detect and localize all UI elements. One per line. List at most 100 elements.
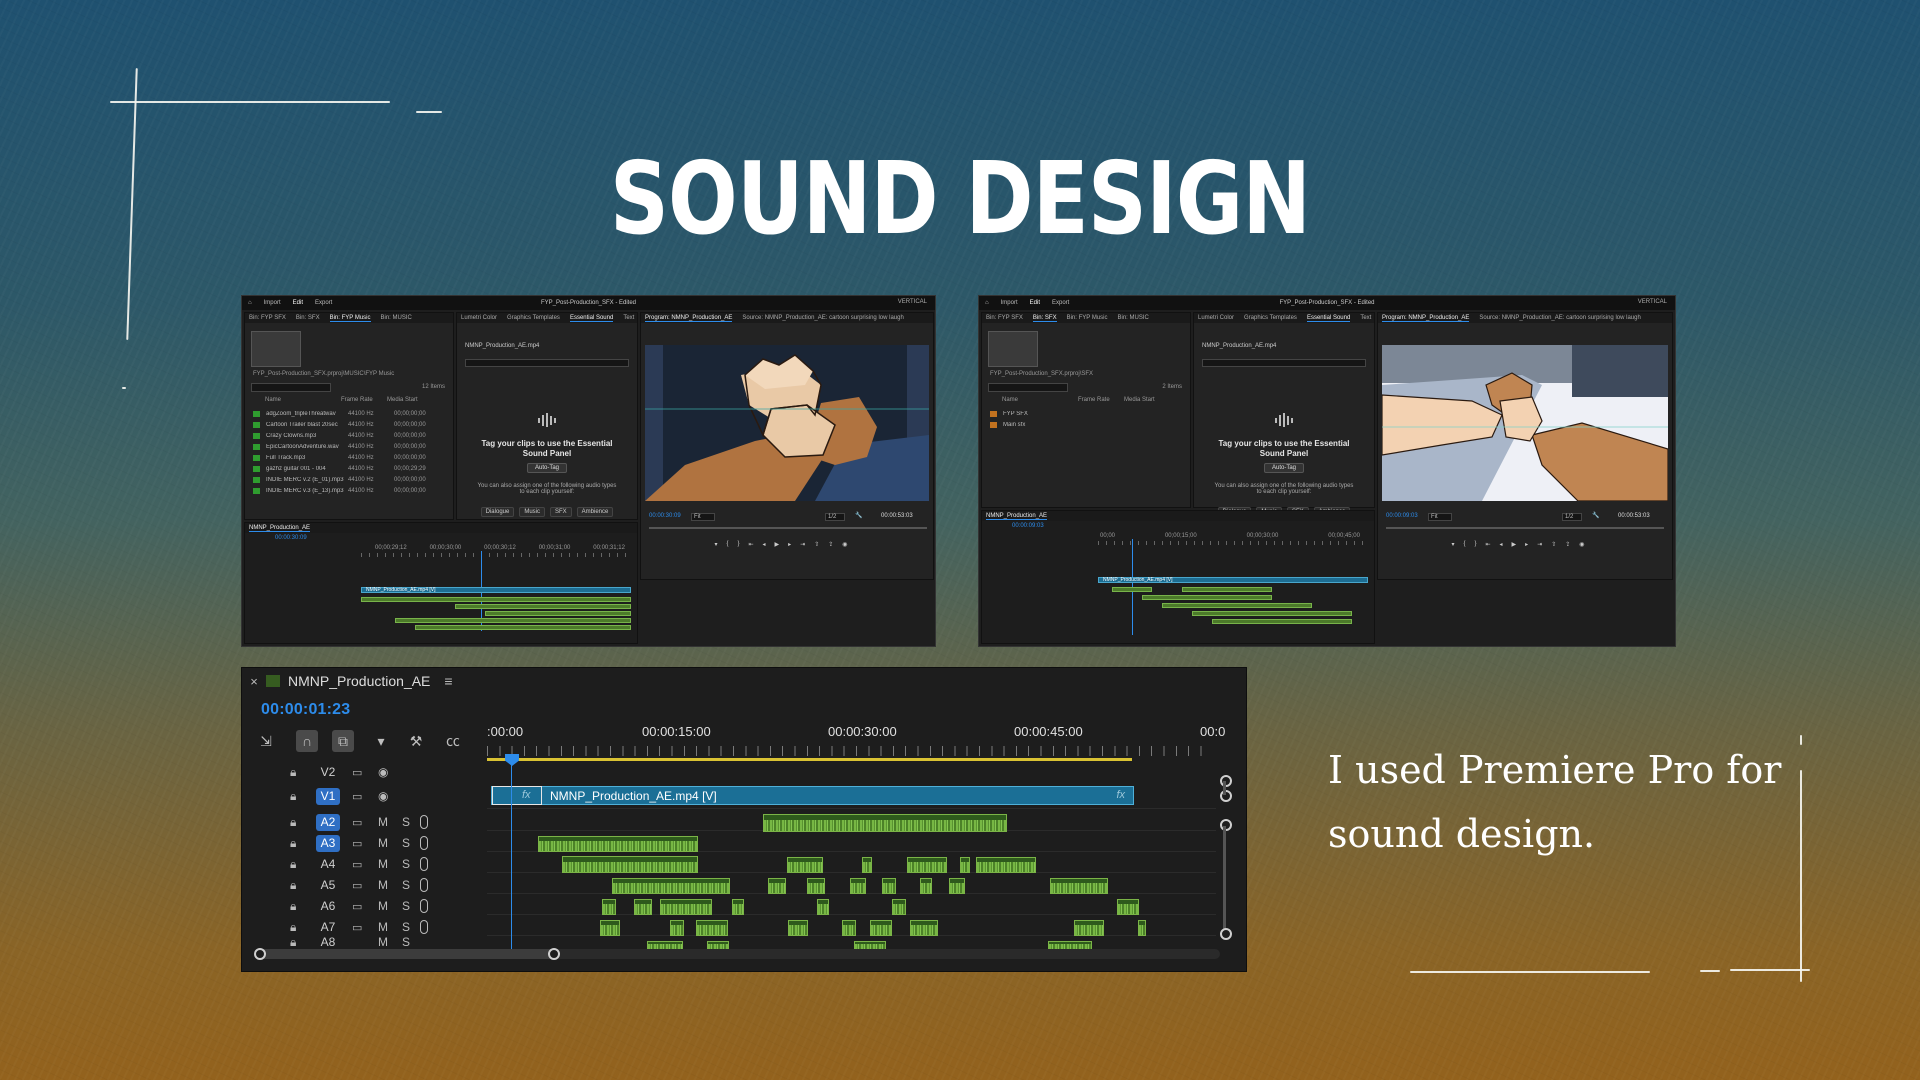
mini-audio-clip[interactable] xyxy=(1142,595,1272,600)
mute-button[interactable]: M xyxy=(378,936,388,948)
mute-button[interactable]: M xyxy=(378,836,388,850)
col-frame-rate[interactable]: Frame Rate xyxy=(341,397,387,403)
audio-clip-a7[interactable] xyxy=(788,920,808,936)
scroll-knob-audio-top[interactable] xyxy=(1220,819,1232,831)
mic-icon[interactable] xyxy=(420,857,428,871)
lock-icon[interactable]: 🔒︎ xyxy=(290,857,296,872)
audio-clip-a7[interactable] xyxy=(870,920,892,936)
tab-program[interactable]: Program: NMNP_Production_AE xyxy=(1382,315,1470,322)
lock-icon[interactable]: 🔒︎ xyxy=(290,936,296,948)
audio-clip-a6[interactable] xyxy=(602,899,616,915)
mute-button[interactable]: M xyxy=(378,815,388,829)
horizontal-scroll-thumb[interactable] xyxy=(259,949,559,959)
solo-button[interactable]: S xyxy=(402,878,410,892)
tab-bin-fyp-music[interactable]: Bin: FYP Music xyxy=(1067,315,1108,321)
audio-clip-a6[interactable] xyxy=(732,899,744,915)
workspace-label[interactable]: VERTICAL xyxy=(898,299,927,305)
quality-dropdown[interactable]: 1/2 xyxy=(825,513,845,521)
track-name[interactable]: V1 xyxy=(316,787,340,805)
lock-icon[interactable]: 🔒︎ xyxy=(290,815,296,830)
audio-clip-a3[interactable] xyxy=(538,836,698,852)
workspace-label[interactable]: VERTICAL xyxy=(1638,299,1667,305)
audio-clip-a6[interactable] xyxy=(1117,899,1139,915)
time-ruler[interactable]: :00:00 00:00:15:00 00:00:30:00 00:00:45:… xyxy=(487,724,1225,762)
audio-clip-a5[interactable] xyxy=(882,878,896,894)
audio-clip-a5[interactable] xyxy=(920,878,932,894)
lift-icon[interactable]: ⇧ xyxy=(814,541,819,548)
track-name[interactable]: A8 xyxy=(316,936,340,948)
track-name[interactable]: A6 xyxy=(316,898,340,915)
mini-video-clip[interactable]: NMNP_Production_AE.mp4 [V] xyxy=(361,587,631,593)
mini-audio-clip[interactable] xyxy=(361,597,631,602)
fit-dropdown[interactable]: Fit xyxy=(691,513,715,521)
lock-icon[interactable]: 🔒︎ xyxy=(290,765,296,780)
preset-dropdown[interactable] xyxy=(465,359,629,367)
vertical-scrollbar-video[interactable] xyxy=(1223,781,1226,795)
vertical-scrollbar-audio[interactable] xyxy=(1223,826,1226,936)
audio-clip-a5[interactable] xyxy=(807,878,825,894)
zoom-handle-left[interactable] xyxy=(254,948,266,960)
track-name[interactable]: A2 xyxy=(316,813,340,831)
audio-clip-a4[interactable] xyxy=(976,857,1036,873)
step-back-icon[interactable]: ◂ xyxy=(1500,541,1503,548)
in-point-icon[interactable]: { xyxy=(726,541,728,548)
extract-icon[interactable]: ⇪ xyxy=(1565,541,1570,548)
wrench-icon[interactable]: 🔧 xyxy=(1592,512,1599,519)
captions-icon[interactable]: ㏄ xyxy=(442,730,464,752)
list-item[interactable]: gazhz guitar 001 - 004 44100 Hz 00;00;29;2… xyxy=(251,463,441,474)
list-item[interactable]: EpicCartoonAdventure.wav 44100 Hz 00;00;00… xyxy=(251,441,441,452)
scroll-knob-top[interactable] xyxy=(1220,775,1232,787)
tab-sequence[interactable]: NMNP_Production_AE xyxy=(986,513,1048,520)
mini-audio-clip[interactable] xyxy=(1212,619,1352,624)
auto-tag-button[interactable]: Auto-Tag xyxy=(527,463,567,473)
mini-audio-clip[interactable] xyxy=(1162,603,1312,608)
eye-icon[interactable]: ◉ xyxy=(378,765,388,779)
out-point-icon[interactable]: } xyxy=(1474,541,1476,548)
sfx-button[interactable]: SFX xyxy=(550,507,572,517)
mini-audio-clip[interactable] xyxy=(1192,611,1352,616)
tab-sequence[interactable]: NMNP_Production_AE xyxy=(249,525,311,532)
go-to-out-icon[interactable]: ⇥ xyxy=(1537,541,1542,548)
mini-audio-clip[interactable] xyxy=(1182,587,1272,592)
list-item[interactable]: adgZoom_tripleThreatwav 44100 Hz 00;00;00;… xyxy=(251,408,441,419)
tab-source[interactable]: Source: NMNP_Production_AE: cartoon surp… xyxy=(742,315,903,321)
insert-sequence-icon[interactable]: ⇲ xyxy=(255,730,277,752)
audio-clip-a5[interactable] xyxy=(612,878,730,894)
tab-essential-sound[interactable]: Essential Sound xyxy=(569,315,614,322)
audio-clip-a2[interactable] xyxy=(763,814,1007,832)
audio-clip-a6[interactable] xyxy=(817,899,829,915)
tab-lumetri-color[interactable]: Lumetri Color xyxy=(1198,315,1234,321)
mini-audio-clip[interactable] xyxy=(1112,587,1152,592)
mute-button[interactable]: M xyxy=(378,920,388,934)
wrench-icon[interactable]: 🔧 xyxy=(855,512,862,519)
step-forward-icon[interactable]: ▸ xyxy=(788,541,791,548)
bin-search-input[interactable] xyxy=(251,383,331,392)
track-header-a3[interactable]: 🔒︎ A3 ▭ M S xyxy=(242,833,487,853)
extract-icon[interactable]: ⇪ xyxy=(828,541,833,548)
go-to-in-icon[interactable]: ⇤ xyxy=(1486,541,1491,548)
tab-bin-fyp-music[interactable]: Bin: FYP Music xyxy=(329,315,371,322)
audio-clip-a4[interactable] xyxy=(907,857,947,873)
ambience-button[interactable]: Ambience xyxy=(576,507,614,517)
mic-icon[interactable] xyxy=(420,920,428,934)
sync-lock-icon[interactable]: ▭ xyxy=(352,837,362,850)
step-back-icon[interactable]: ◂ xyxy=(763,541,766,548)
out-point-icon[interactable]: } xyxy=(737,541,739,548)
audio-clip-a7[interactable] xyxy=(910,920,938,936)
audio-clip-a7[interactable] xyxy=(1074,920,1104,936)
audio-clip-a5[interactable] xyxy=(850,878,866,894)
audio-clip-a7[interactable] xyxy=(600,920,620,936)
sync-lock-icon[interactable]: ▭ xyxy=(352,858,362,871)
mini-audio-clip[interactable] xyxy=(485,611,631,616)
marker-icon[interactable]: ▾ xyxy=(1451,541,1454,548)
add-marker-icon[interactable]: ▾ xyxy=(370,730,392,752)
horizontal-scrollbar[interactable] xyxy=(259,949,1220,959)
audio-clip-a7[interactable] xyxy=(696,920,728,936)
mini-audio-clip[interactable] xyxy=(455,604,631,609)
audio-clip-a5[interactable] xyxy=(949,878,965,894)
eye-icon[interactable]: ◉ xyxy=(378,789,388,803)
tab-bin-music[interactable]: Bin: MUSIC xyxy=(381,315,412,321)
audio-clip-a7[interactable] xyxy=(1138,920,1146,936)
solo-button[interactable]: S xyxy=(402,815,410,829)
tab-bin-fyp-sfx[interactable]: Bin: FYP SFX xyxy=(249,315,286,321)
